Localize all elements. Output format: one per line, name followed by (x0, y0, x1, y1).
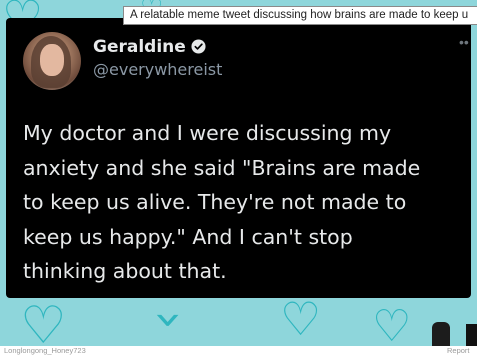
display-name: Geraldine (93, 37, 206, 57)
tweet-text: My doctor and I were discussing my anxie… (23, 121, 421, 283)
heart-icon: ♡ (372, 301, 412, 347)
chevron-icon: › (141, 310, 198, 330)
credit-text[interactable]: Longlongong_Honey723 (4, 346, 86, 355)
heart-icon: ♡ (280, 292, 322, 346)
verified-badge-icon (191, 39, 206, 54)
heart-icon: ♡ (20, 296, 67, 346)
avatar (23, 32, 81, 90)
meme-image[interactable]: ♡ ♡ ♡ ♡ ♡ › Geraldine @everywhereist •• … (0, 0, 477, 346)
display-name-text: Geraldine (93, 37, 186, 57)
image-tooltip: A relatable meme tweet discussing how br… (123, 6, 477, 25)
user-handle: @everywhereist (93, 60, 223, 79)
background-shape (466, 324, 477, 346)
page-root: ♡ ♡ ♡ ♡ ♡ › Geraldine @everywhereist •• … (0, 0, 477, 355)
report-link[interactable]: Report (447, 346, 470, 355)
more-icon: •• (459, 34, 469, 50)
tweet-card: Geraldine @everywhereist •• My doctor an… (6, 18, 471, 298)
background-shape (432, 322, 450, 346)
avatar-face (40, 44, 64, 76)
